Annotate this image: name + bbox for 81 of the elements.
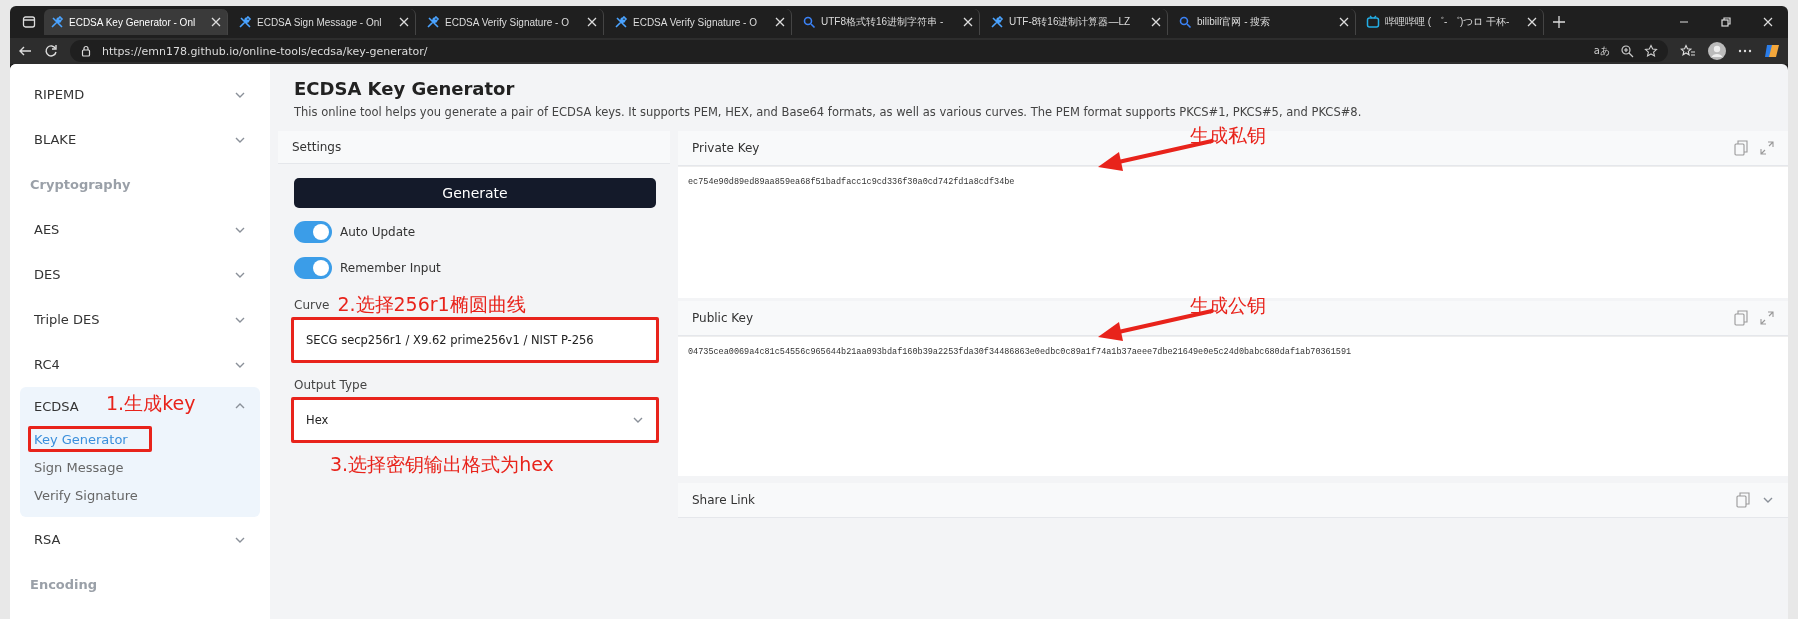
tab-title: 哔哩哔哩 ( ゜- ゜)つロ 干杯- xyxy=(1385,15,1511,29)
panel-header: Settings xyxy=(278,131,670,164)
field-label: Output Type xyxy=(294,378,368,392)
section-heading: Encoding xyxy=(29,576,99,594)
close-icon[interactable] xyxy=(399,17,409,27)
key-text: 04735cea0069a4c81c54556c965644b21aa093bdaf160b39a2253fda30f34486863e0edbc0c89a1f74a1b37aeee7dbe21649e0e5c24d0babc680daf1ab70361591 xyxy=(688,347,1353,357)
annotation-text: 1.生成key xyxy=(106,391,196,416)
browser-tab[interactable]: ECDSA Verify Signature - O xyxy=(608,9,792,35)
tab-title: ECDSA Sign Message - Onl xyxy=(257,16,383,28)
read-aloud-icon[interactable]: aあ xyxy=(1593,44,1610,58)
submenu-item[interactable]: Verify Signature xyxy=(34,487,138,503)
expand-icon[interactable] xyxy=(1760,311,1774,325)
panel-title: Share Link xyxy=(692,493,757,507)
toggle-label: Auto Update xyxy=(340,225,416,239)
panel-title: Public Key xyxy=(692,311,755,325)
search-icon xyxy=(1178,15,1192,29)
copilot-icon[interactable] xyxy=(1764,43,1780,59)
toggle-switch[interactable] xyxy=(294,257,332,279)
section-heading: Cryptography xyxy=(29,176,132,194)
close-icon[interactable] xyxy=(775,17,785,27)
menu-item[interactable]: RSA xyxy=(20,517,260,562)
tab-title: ECDSA Verify Signature - O xyxy=(633,16,758,28)
close-icon[interactable] xyxy=(211,17,221,27)
submenu-item[interactable]: Sign Message xyxy=(34,459,124,475)
menu-item[interactable]: ECDSA 1.生成key xyxy=(20,387,260,425)
back-icon[interactable] xyxy=(18,44,32,58)
close-icon[interactable] xyxy=(963,17,973,27)
menu-item[interactable]: RC4 xyxy=(20,342,260,387)
select-field[interactable]: SECG secp256r1 / X9.62 prime256v1 / NIST P-256 xyxy=(294,320,656,360)
tv-icon xyxy=(1366,15,1380,29)
annotation-text: 3.选择密钥输出格式为hex xyxy=(329,452,555,477)
new-tab-icon[interactable] xyxy=(1552,15,1566,29)
menu-item[interactable]: BLAKE xyxy=(20,117,260,162)
tab-title: ECDSA Verify Signature - O xyxy=(445,16,570,28)
select-field[interactable]: Hex xyxy=(294,400,656,440)
browser-tab[interactable]: bilibili官网 - 搜索 xyxy=(1172,9,1356,35)
browser-tab[interactable]: UTF8格式转16进制字符串 - xyxy=(796,9,980,35)
favorites-icon[interactable] xyxy=(1680,44,1696,58)
toggle-switch[interactable] xyxy=(294,221,332,243)
zoom-icon[interactable] xyxy=(1620,44,1634,58)
tools-icon xyxy=(238,15,252,29)
url-text: https://emn178.github.io/online-tools/ecdsa/key-generator/ xyxy=(102,44,428,58)
menu-item[interactable]: DES xyxy=(20,252,260,297)
avatar-icon[interactable] xyxy=(1708,42,1726,60)
search-icon xyxy=(802,15,816,29)
output-area[interactable]: 04735cea0069a4c81c54556c965644b21aa093bdaf160b39a2253fda30f34486863e0edbc0c89a1f74a1b37aeee7dbe21649e0e5c24d0babc680daf1ab70361591 xyxy=(678,336,1788,476)
tab-title: UTF-8转16进制计算器—LZ xyxy=(1009,15,1132,29)
menu-item[interactable]: Triple DES xyxy=(20,297,260,342)
panel-title: Private Key xyxy=(692,141,761,155)
expand-icon[interactable] xyxy=(1760,141,1774,155)
close-icon[interactable] xyxy=(587,17,597,27)
close-icon[interactable] xyxy=(1762,16,1774,28)
page-title: ECDSA Key Generator xyxy=(294,78,516,99)
tools-icon xyxy=(614,15,628,29)
generate-button[interactable]: Generate xyxy=(294,178,656,208)
close-icon[interactable] xyxy=(1151,17,1161,27)
key-text: ec754e90d89ed89aa859ea68f51badfacc1c9cd336f30a0cd742fd1a8cdf34be xyxy=(688,177,1016,187)
tools-icon xyxy=(50,15,64,29)
browser-tab[interactable]: UTF-8转16进制计算器—LZ xyxy=(984,9,1168,35)
tools-icon xyxy=(990,15,1004,29)
tab-title: ECDSA Key Generator - Onl xyxy=(69,16,197,28)
menu-item[interactable]: AES xyxy=(20,207,260,252)
browser-tab[interactable]: ECDSA Key Generator - Onl xyxy=(44,9,228,35)
restore-icon[interactable] xyxy=(1720,16,1732,28)
browser-tab[interactable]: 哔哩哔哩 ( ゜- ゜)つロ 干杯- xyxy=(1360,9,1544,35)
tools-icon xyxy=(426,15,440,29)
tab-title: UTF8格式转16进制字符串 - xyxy=(821,15,945,29)
toggle-label: Remember Input xyxy=(340,261,441,275)
annotation-text: 2.选择256r1椭圆曲线 xyxy=(337,292,526,317)
close-icon[interactable] xyxy=(1339,17,1349,27)
browser-tab[interactable]: ECDSA Verify Signature - O xyxy=(420,9,604,35)
field-label: Curve xyxy=(294,298,330,312)
menu-item[interactable]: RIPEMD xyxy=(20,72,260,117)
star-icon[interactable] xyxy=(1644,44,1658,58)
tab-title: bilibili官网 - 搜索 xyxy=(1197,15,1272,29)
tab-actions-icon[interactable] xyxy=(22,15,36,29)
address-bar[interactable]: https://emn178.github.io/online-tools/ecdsa/key-generator/ aあ xyxy=(70,40,1668,62)
browser-tab[interactable]: ECDSA Sign Message - Onl xyxy=(232,9,416,35)
close-icon[interactable] xyxy=(1527,17,1537,27)
page-description: This online tool helps you generate a pair of ECDSA keys. It supports PEM, HEX, and Base64 formats, as well as various curves. The PEM format supports PKCS#1, PKCS#5, and PKCS#8. xyxy=(294,105,1363,119)
refresh-icon[interactable] xyxy=(44,44,58,58)
